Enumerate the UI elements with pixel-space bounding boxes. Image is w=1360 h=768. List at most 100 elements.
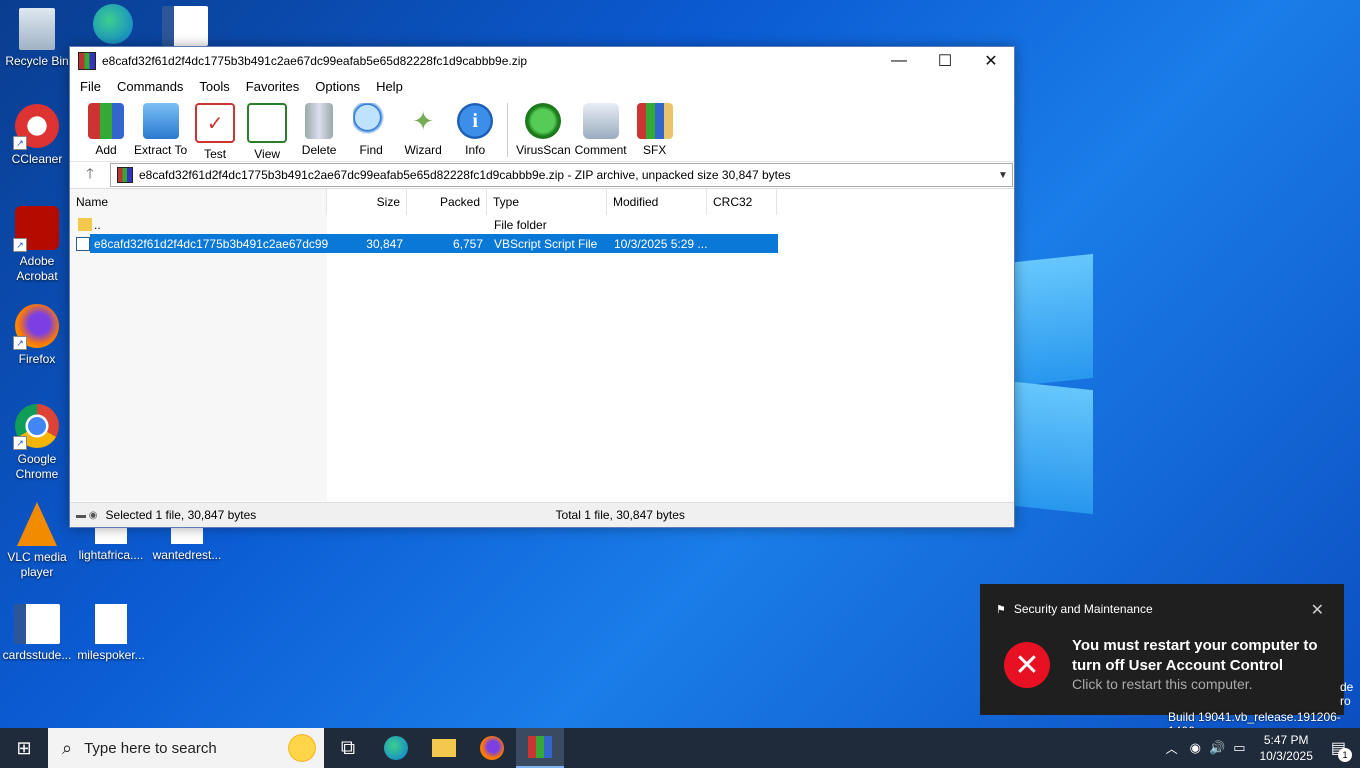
menu-help[interactable]: Help — [368, 79, 411, 94]
menu-favorites[interactable]: Favorites — [238, 79, 307, 94]
acrobat-icon: ↗ — [13, 206, 59, 252]
list-item-parent[interactable]: .. File folder — [70, 215, 778, 234]
toast-action-text[interactable]: Click to restart this computer. — [1072, 676, 1253, 692]
volume-icon[interactable]: 🔊 — [1209, 740, 1225, 756]
drive-icon: ▬ ◉ — [76, 509, 98, 521]
taskbar-file-explorer[interactable] — [420, 728, 468, 768]
desktop-icon-recycle-bin[interactable]: Recycle Bin — [0, 8, 74, 69]
chevron-up-icon[interactable]: ︿ — [1166, 740, 1178, 757]
network-icon[interactable]: ▭ — [1233, 740, 1245, 756]
desktop-icon-chrome[interactable]: ↗ Google Chrome — [0, 404, 74, 482]
ccleaner-icon: ↗ — [13, 104, 59, 150]
search-placeholder: Type here to search — [84, 739, 217, 757]
search-icon: ⌕ — [62, 737, 73, 758]
file-list[interactable]: Name Size Packed Type Modified CRC32 .. … — [70, 189, 1014, 501]
title-bar[interactable]: e8cafd32f61d2f4dc1775b3b491c2ae67dc99eaf… — [70, 47, 1014, 75]
column-header-modified[interactable]: Modified — [607, 189, 707, 215]
edge-icon — [93, 4, 133, 44]
vlc-icon — [17, 502, 57, 546]
menu-tools[interactable]: Tools — [191, 79, 237, 94]
menu-options[interactable]: Options — [307, 79, 368, 94]
taskbar-edge[interactable] — [372, 728, 420, 768]
toast-notification[interactable]: ⚑ Security and Maintenance ✕ ✕ You must … — [980, 584, 1344, 715]
window-title: e8cafd32f61d2f4dc1775b3b491c2ae67dc99eaf… — [102, 54, 528, 68]
start-button[interactable]: ⊞ — [0, 728, 48, 768]
extract-icon — [142, 103, 179, 139]
winrar-window[interactable]: e8cafd32f61d2f4dc1775b3b491c2ae67dc99eaf… — [69, 46, 1015, 528]
column-header-name[interactable]: Name — [70, 189, 327, 215]
add-button[interactable]: Add — [82, 97, 130, 157]
find-icon — [353, 103, 390, 139]
task-view-icon: ⧉ — [340, 736, 356, 759]
sfx-button[interactable]: SFX — [631, 97, 679, 157]
desktop-icon-label: CCleaner — [11, 152, 63, 166]
toast-close-icon[interactable]: ✕ — [1311, 600, 1324, 620]
winrar-icon — [528, 736, 552, 758]
word-document-icon — [162, 6, 208, 46]
desktop-icon-cardsstude[interactable]: cardsstude... — [0, 604, 74, 663]
clock[interactable]: 5:47 PM 10/3/2025 — [1259, 732, 1312, 764]
desktop-icon-milespoker[interactable]: milespoker... — [74, 604, 148, 663]
toast-message: You must restart your computer to turn o… — [1072, 637, 1318, 674]
edge-icon — [384, 736, 408, 760]
column-header-crc32[interactable]: CRC32 — [707, 189, 777, 215]
minimize-button[interactable]: — — [876, 47, 922, 75]
desktop-icon-firefox[interactable]: ↗ Firefox — [0, 304, 74, 367]
view-icon — [247, 103, 288, 143]
meet-icon[interactable]: ◉ — [1190, 740, 1201, 756]
windows-icon: ⊞ — [16, 737, 32, 758]
list-item-selected[interactable]: e8cafd32f61d2f4dc1775b3b491c2ae67dc99...… — [76, 234, 778, 253]
desktop-icon-label: cardsstude... — [2, 648, 72, 662]
folder-icon — [78, 218, 92, 231]
sfx-icon — [636, 103, 673, 139]
test-button[interactable]: ✓ Test — [191, 97, 239, 161]
comment-icon — [582, 103, 619, 139]
task-view-button[interactable]: ⧉ — [324, 728, 372, 768]
virusscan-icon — [525, 103, 562, 139]
desktop-icon-word[interactable] — [148, 6, 222, 50]
maximize-button[interactable]: ☐ — [922, 47, 968, 75]
desktop-icon-ccleaner[interactable]: ↗ CCleaner — [0, 104, 74, 167]
desktop-edition-text: de ro — [1340, 680, 1354, 708]
desktop-icon-label: wantedrest... — [152, 548, 222, 562]
taskbar-winrar[interactable] — [516, 728, 564, 768]
word-document-icon — [14, 604, 60, 644]
taskbar: ⊞ ⌕ Type here to search ⧉ ︿ ◉ 🔊 ▭ 5:47 P… — [0, 728, 1360, 768]
desktop-icon-acrobat[interactable]: ↗ Adobe Acrobat — [0, 206, 74, 284]
desktop-icon-vlc[interactable]: VLC media player — [0, 502, 74, 580]
taskbar-firefox[interactable] — [468, 728, 516, 768]
chevron-down-icon[interactable]: ▼ — [994, 170, 1012, 181]
column-header-packed[interactable]: Packed — [407, 189, 487, 215]
wizard-button[interactable]: ✦ Wizard — [399, 97, 447, 158]
image-file-icon — [95, 604, 127, 644]
close-button[interactable]: ✕ — [968, 47, 1014, 75]
desktop-icon-label: milespoker... — [77, 648, 145, 662]
error-icon: ✕ — [1004, 642, 1050, 688]
menu-bar: File Commands Tools Favorites Options He… — [70, 75, 1014, 97]
view-button[interactable]: View — [243, 97, 291, 161]
column-header-size[interactable]: Size — [327, 189, 407, 215]
search-box[interactable]: ⌕ Type here to search — [48, 728, 324, 768]
menu-commands[interactable]: Commands — [109, 79, 191, 94]
notification-center-icon[interactable]: ▤ 1 — [1331, 738, 1352, 762]
firefox-icon: ↗ — [13, 304, 59, 350]
desktop-icon-label: Adobe Acrobat — [16, 254, 58, 283]
column-header-type[interactable]: Type — [487, 189, 607, 215]
menu-file[interactable]: File — [72, 79, 109, 94]
comment-button[interactable]: Comment — [575, 97, 627, 157]
archive-icon — [117, 167, 133, 183]
vbscript-file-icon — [76, 237, 90, 251]
delete-button[interactable]: Delete — [295, 97, 343, 157]
info-button[interactable]: i Info — [451, 97, 499, 157]
address-field[interactable]: e8cafd32f61d2f4dc1775b3b491c2ae67dc99eaf… — [110, 163, 1013, 187]
test-icon: ✓ — [195, 103, 236, 143]
desktop-icon-edge[interactable] — [76, 4, 150, 48]
find-button[interactable]: Find — [347, 97, 395, 157]
recycle-bin-icon — [19, 8, 55, 50]
extract-to-button[interactable]: Extract To — [134, 97, 187, 157]
virusscan-button[interactable]: VirusScan — [516, 97, 571, 157]
chrome-icon: ↗ — [13, 404, 59, 450]
desktop-icon-label: Firefox — [18, 352, 56, 366]
status-bar: ▬ ◉ Selected 1 file, 30,847 bytes Total … — [70, 502, 1014, 527]
up-arrow-icon[interactable]: 🡑 — [70, 163, 110, 187]
